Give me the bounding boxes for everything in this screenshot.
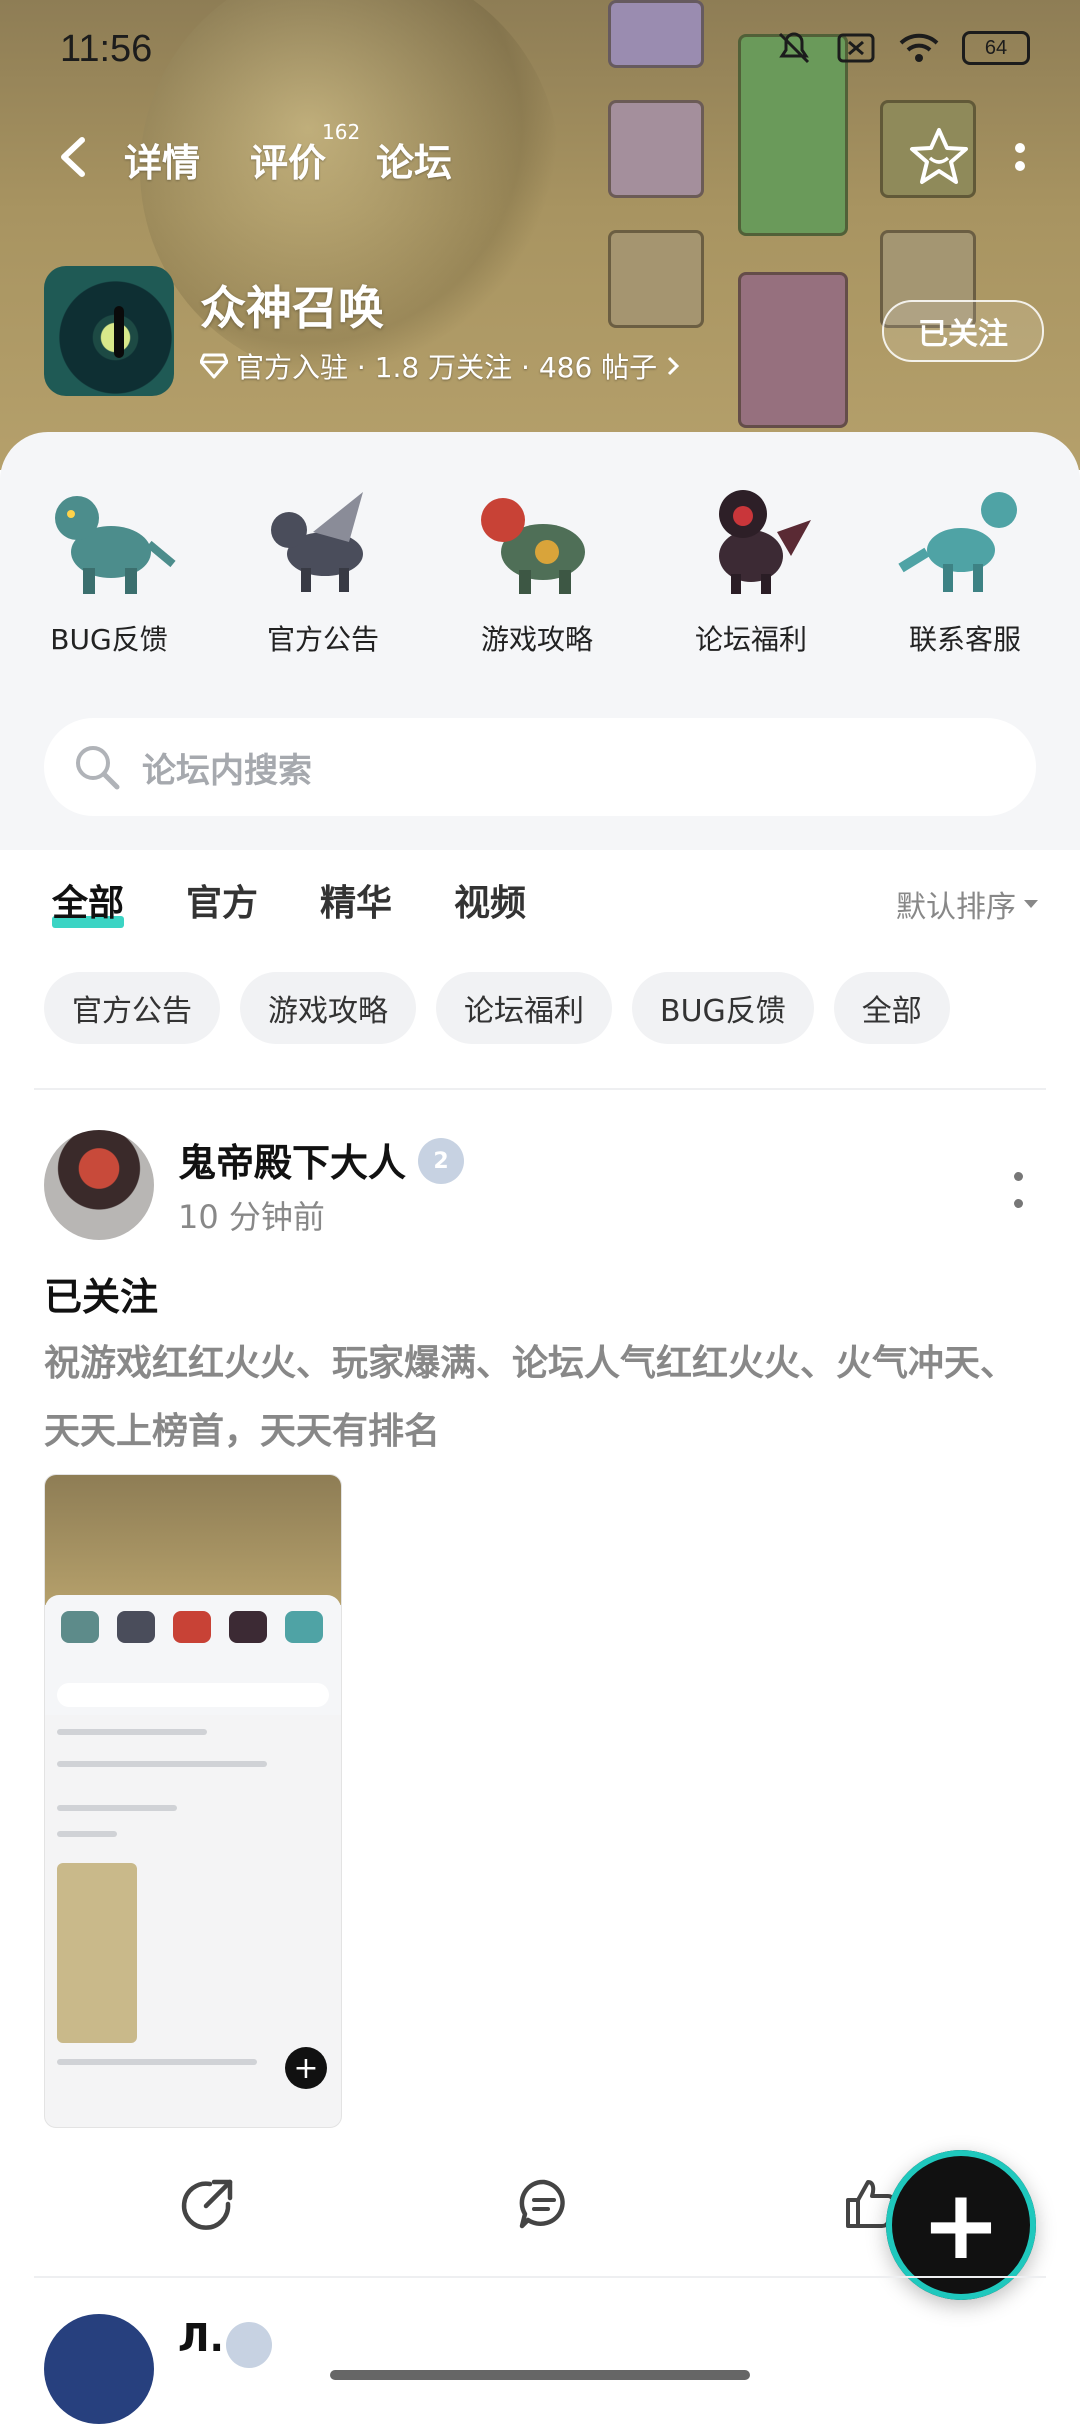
- thumb-dragon: [229, 1611, 267, 1643]
- sort-dropdown[interactable]: 默认排序: [896, 882, 1040, 926]
- thumb-dragon: [173, 1611, 211, 1643]
- status-bar: 11:56 64: [0, 0, 1080, 100]
- more-options-icon[interactable]: [1000, 126, 1040, 188]
- thumb-line: [57, 1831, 117, 1837]
- thumb-inner-image: [57, 1863, 137, 2043]
- chip-all[interactable]: 全部: [833, 972, 950, 1044]
- category-shortcuts: BUG反馈 官方公告 游戏攻略 论坛福利 联系客服: [0, 472, 1080, 672]
- divider: [34, 1088, 1046, 1090]
- post-author[interactable]: 鬼帝殿下大人: [178, 1132, 406, 1187]
- forum-top-card: BUG反馈 官方公告 游戏攻略 论坛福利 联系客服 论坛内搜索: [0, 432, 1080, 850]
- post-body: 祝游戏红红火火、玩家爆满、论坛人气红红火火、火气冲天、天天上榜首，天天有排名: [44, 1343, 1017, 1452]
- game-stats: 官方入驻 · 1.8 万关注 · 486 帖子: [236, 351, 658, 384]
- thumb-fab: +: [285, 2047, 327, 2089]
- sort-label: 默认排序: [896, 890, 1016, 925]
- game-name: 众神召唤: [200, 281, 384, 335]
- next-post-card[interactable]: Л.: [0, 2300, 1080, 2424]
- filter-tab-video[interactable]: 视频: [454, 874, 526, 926]
- tab-forum[interactable]: 论坛: [373, 132, 455, 191]
- dragon-icon: [719, 490, 811, 594]
- topic-chips: 官方公告 游戏攻略 论坛福利 BUG反馈 全部: [44, 972, 950, 1044]
- follow-button[interactable]: 已关注: [882, 300, 1044, 362]
- home-indicator[interactable]: [330, 2370, 750, 2380]
- dragon-icon: [481, 498, 585, 594]
- category-label: BUG反馈: [50, 623, 168, 656]
- category-announcements[interactable]: 官方公告: [238, 472, 408, 658]
- dragon-icon: [55, 496, 176, 594]
- mute-icon: [778, 32, 810, 64]
- thumb-line: [57, 2059, 257, 2065]
- filter-tab-official[interactable]: 官方: [186, 874, 258, 926]
- thumb-dragon: [117, 1611, 155, 1643]
- comment-icon[interactable]: [516, 2176, 572, 2232]
- chip-bug-report[interactable]: BUG反馈: [632, 972, 814, 1044]
- search-placeholder: 论坛内搜索: [142, 750, 312, 791]
- game-info: 众神召唤 官方入驻 · 1.8 万关注 · 486 帖子 已关注: [44, 266, 1044, 398]
- reviews-count-badge: 162: [322, 120, 361, 144]
- game-icon: [44, 266, 174, 396]
- level-badge: 2: [418, 1138, 464, 1184]
- category-bug-report[interactable]: BUG反馈: [24, 472, 194, 658]
- share-icon[interactable]: [180, 2176, 236, 2232]
- forum-search[interactable]: 论坛内搜索: [44, 718, 1036, 816]
- filter-tabs: 全部 官方 精华 视频 默认排序: [0, 866, 1080, 946]
- filter-tab-featured[interactable]: 精华: [320, 874, 392, 926]
- game-banner: 11:56 64 详情 评价 162 论坛 众神召唤 官方入驻 · 1.8 万关…: [0, 0, 1080, 470]
- thumb-line: [57, 1805, 177, 1811]
- category-benefits[interactable]: 论坛福利: [666, 472, 836, 658]
- status-icons: 64: [774, 30, 1030, 66]
- post-more-icon[interactable]: [1014, 1172, 1026, 1208]
- status-time: 11:56: [60, 28, 153, 70]
- chip-announcements[interactable]: 官方公告: [44, 972, 220, 1044]
- category-label: 论坛福利: [694, 623, 807, 656]
- plus-icon: +: [920, 2169, 1002, 2281]
- no-sim-icon: [837, 33, 875, 63]
- tab-details[interactable]: 详情: [124, 132, 200, 187]
- post-author[interactable]: Л.: [178, 2316, 224, 2360]
- thumb-dragon: [285, 1611, 323, 1643]
- level-badge: [226, 2322, 272, 2368]
- category-label: 联系客服: [908, 623, 1021, 656]
- diamond-icon: [200, 353, 228, 379]
- post-time: 10 分钟前: [178, 1198, 325, 1236]
- filter-tab-all[interactable]: 全部: [52, 874, 125, 928]
- thumb-banner: [45, 1475, 341, 1605]
- thumb-dragon: [61, 1611, 99, 1643]
- star-icon[interactable]: [908, 126, 970, 188]
- divider: [34, 2276, 1046, 2278]
- tab-reviews[interactable]: 评价: [250, 132, 326, 187]
- game-meta[interactable]: 官方入驻 · 1.8 万关注 · 486 帖子: [200, 346, 681, 386]
- chevron-right-icon: [668, 356, 680, 376]
- thumb-line: [57, 1729, 207, 1735]
- chip-guides[interactable]: 游戏攻略: [240, 972, 416, 1044]
- dragon-icon: [271, 492, 363, 592]
- caret-down-icon: [1024, 900, 1038, 908]
- category-customer-service[interactable]: 联系客服: [880, 472, 1050, 658]
- avatar[interactable]: [44, 2314, 154, 2424]
- wifi-icon: [899, 33, 939, 62]
- thumb-search: [57, 1683, 329, 1707]
- search-icon: [76, 746, 120, 790]
- top-nav: 详情 评价 162 论坛: [0, 120, 1080, 200]
- avatar[interactable]: [44, 1130, 154, 1240]
- thumb-line: [57, 1761, 267, 1767]
- post-image[interactable]: +: [44, 1474, 342, 2128]
- post-title: 已关注: [44, 1275, 159, 1319]
- category-guides[interactable]: 游戏攻略: [452, 472, 622, 658]
- battery-icon: 64: [962, 31, 1030, 65]
- category-label: 官方公告: [266, 623, 379, 656]
- chip-benefits[interactable]: 论坛福利: [436, 972, 612, 1044]
- back-icon[interactable]: [50, 132, 100, 182]
- dragon-icon: [898, 492, 1017, 592]
- category-label: 游戏攻略: [480, 623, 593, 656]
